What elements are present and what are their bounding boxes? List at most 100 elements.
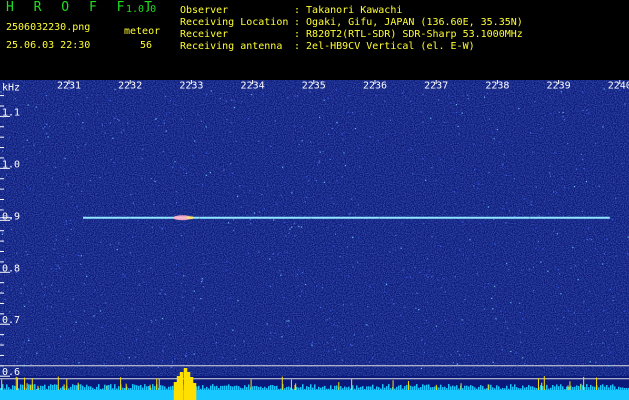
spectrum-bar <box>472 385 474 390</box>
noise-speck <box>157 366 160 369</box>
noise-speck <box>462 254 464 256</box>
noise-speck <box>529 217 531 219</box>
spectrum-bar <box>424 385 426 390</box>
noise-speck <box>339 351 341 353</box>
noise-speck <box>103 363 105 365</box>
noise-speck <box>581 91 583 93</box>
spectrum-bar <box>598 387 600 390</box>
spectrum-bar <box>444 386 446 390</box>
noise-speck <box>333 323 335 326</box>
noise-speck <box>10 228 13 231</box>
noise-speck <box>495 305 497 307</box>
noise-speck <box>194 140 196 142</box>
spectrum-bar <box>552 385 554 390</box>
detection-spike <box>1 379 3 390</box>
detection-peak <box>179 372 184 400</box>
noise-speck <box>450 354 452 356</box>
noise-speck <box>162 350 164 352</box>
noise-speck <box>229 131 231 133</box>
noise-speck <box>205 174 207 176</box>
noise-speck <box>612 218 614 221</box>
y-tick-label: 0.7 <box>2 315 20 326</box>
noise-speck <box>348 275 350 277</box>
noise-speck <box>94 289 96 291</box>
noise-speck <box>44 126 46 128</box>
noise-speck <box>492 308 494 310</box>
spectrum-bar <box>8 387 10 390</box>
noise-speck <box>418 327 420 329</box>
spectrum-bar <box>52 384 54 390</box>
spectrum-bar <box>140 384 142 390</box>
y-tick-label: 1.1 <box>2 107 20 118</box>
spectrum-bar <box>492 387 494 390</box>
noise-speck <box>510 350 512 353</box>
noise-speck <box>458 133 460 135</box>
noise-speck <box>437 279 439 281</box>
noise-speck <box>50 306 53 308</box>
noise-speck <box>494 243 496 245</box>
noise-speck <box>27 104 29 106</box>
noise-speck <box>311 341 314 343</box>
noise-speck <box>509 210 511 212</box>
noise-speck <box>338 268 340 270</box>
noise-speck <box>394 249 396 251</box>
noise-speck <box>193 307 195 309</box>
noise-speck <box>104 132 106 134</box>
noise-speck <box>297 269 300 271</box>
spectrum-bar <box>280 388 282 390</box>
detection-spike <box>29 384 31 390</box>
spectrum-bar <box>304 388 306 390</box>
noise-speck <box>22 146 24 148</box>
spectrum-bar <box>364 388 366 390</box>
noise-speck <box>23 284 25 286</box>
noise-speck <box>401 222 403 224</box>
detector-count: 56 <box>140 40 153 51</box>
noise-speck <box>279 269 281 272</box>
spectrum-bar <box>554 386 556 390</box>
spectrum-bar <box>466 385 468 390</box>
noise-speck <box>402 269 404 271</box>
spectrum-bar <box>604 386 606 390</box>
noise-speck <box>321 287 323 289</box>
noise-speck <box>294 125 296 127</box>
noise-speck <box>112 137 114 139</box>
noise-speck <box>137 219 139 222</box>
info-label-receiver: Receiver <box>180 29 229 40</box>
detection-spike <box>460 383 462 390</box>
noise-speck <box>124 327 126 329</box>
noise-speck <box>134 356 136 358</box>
noise-speck <box>519 312 521 314</box>
noise-speck <box>492 218 495 220</box>
spectrum-bar <box>22 384 24 390</box>
spectrum-bar <box>348 386 350 390</box>
spectrum-bar <box>468 386 470 390</box>
noise-speck <box>369 136 371 138</box>
noise-speck <box>163 119 166 121</box>
noise-speck <box>515 352 517 354</box>
spectrum-bar <box>420 387 422 390</box>
noise-speck <box>193 353 195 355</box>
noise-speck <box>603 329 605 331</box>
noise-speck <box>547 212 549 214</box>
noise-speck <box>444 290 446 293</box>
noise-speck <box>540 261 542 263</box>
noise-speck <box>393 303 395 305</box>
noise-speck <box>58 267 61 269</box>
spectrum-bar <box>560 384 562 390</box>
spectrum-bar <box>322 386 324 390</box>
noise-speck <box>581 210 583 213</box>
noise-speck <box>164 95 166 97</box>
spectrum-bar <box>134 384 136 390</box>
noise-speck <box>336 122 338 124</box>
noise-speck <box>45 94 48 97</box>
noise-speck <box>535 247 537 249</box>
noise-speck <box>175 264 177 266</box>
spectrum-bar <box>588 387 590 390</box>
spectrum-bar <box>478 386 480 390</box>
spectrum-bar <box>286 386 288 390</box>
noise-speck <box>467 354 470 357</box>
spectrum-bar <box>302 384 304 390</box>
noise-speck <box>567 310 570 312</box>
noise-speck <box>352 111 354 114</box>
noise-speck <box>336 180 338 182</box>
